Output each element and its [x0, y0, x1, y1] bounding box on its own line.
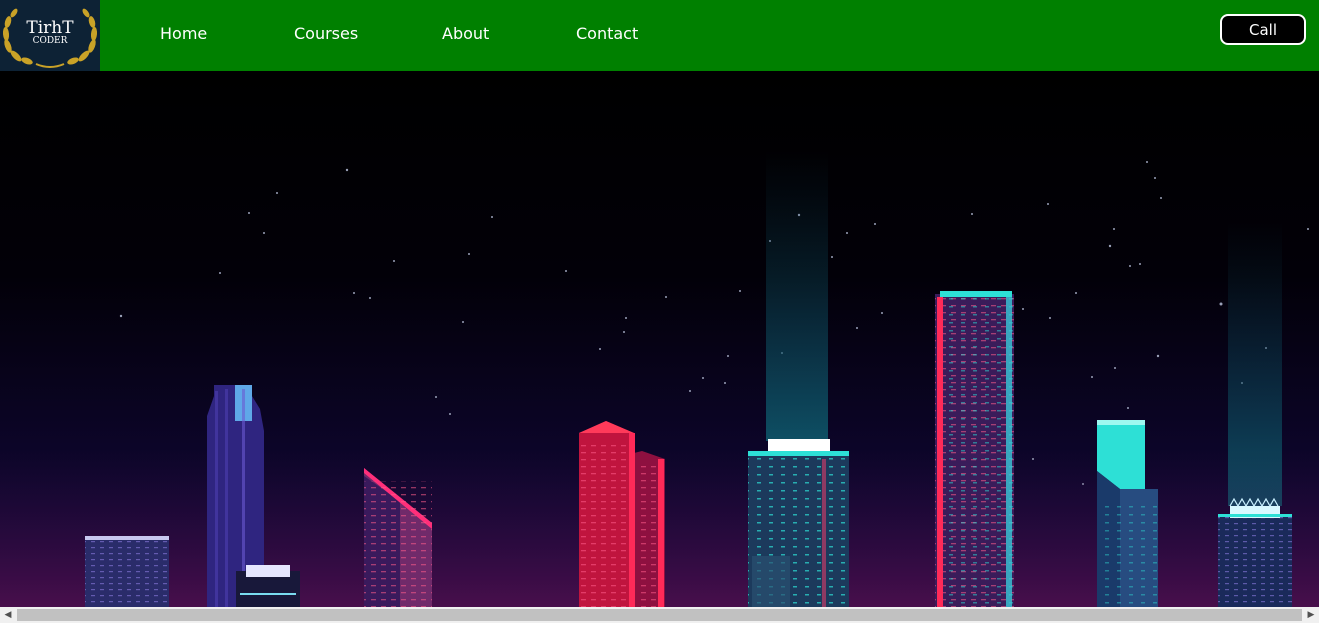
city-skyline-image [0, 71, 1319, 607]
scroll-right-icon[interactable]: ▶ [1303, 607, 1319, 623]
logo-text-sub: CODER [33, 36, 68, 46]
brand-logo[interactable]: TirhT CODER [0, 0, 100, 73]
nav-link-home[interactable]: Home [160, 24, 207, 44]
nav-link-contact[interactable]: Contact [576, 24, 638, 44]
nav-link-about[interactable]: About [442, 24, 489, 44]
scroll-left-icon[interactable]: ◀ [0, 607, 16, 623]
scroll-thumb[interactable] [17, 609, 1302, 621]
call-button[interactable]: Call [1220, 14, 1306, 45]
logo-text-main: TirhT [26, 18, 74, 38]
nav-link-courses[interactable]: Courses [294, 24, 358, 44]
laurel-wreath-icon: TirhT CODER [0, 0, 100, 73]
horizontal-scrollbar[interactable]: ◀ ▶ [0, 607, 1319, 623]
hero-banner [0, 71, 1319, 607]
navbar: TirhT CODER Home Courses About Contact C… [0, 0, 1319, 73]
